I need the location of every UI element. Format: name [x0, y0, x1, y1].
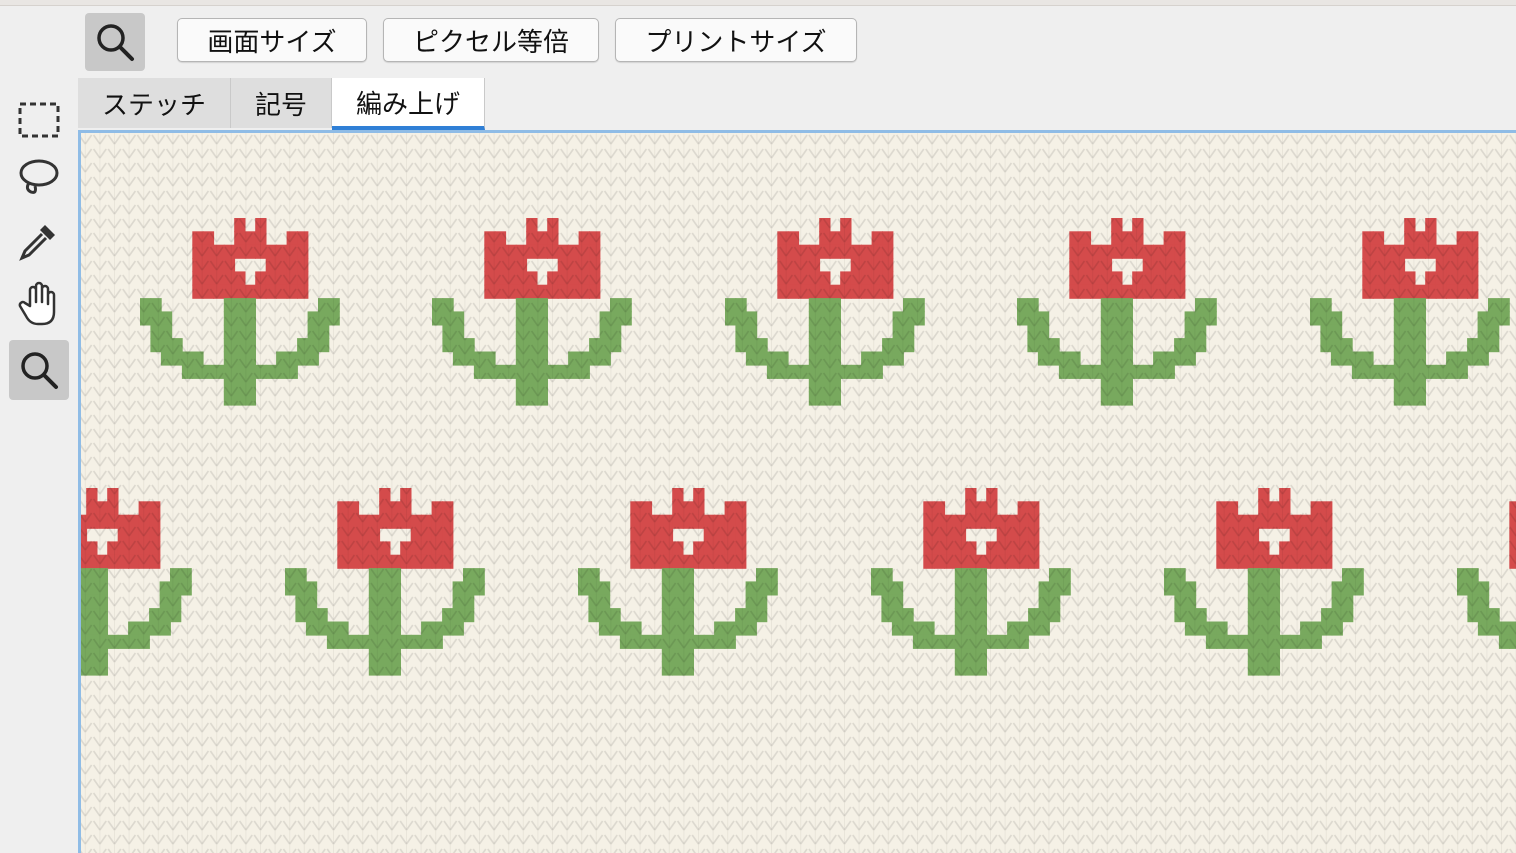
actual-pixels-button[interactable]: ピクセル等倍 [383, 18, 599, 62]
lasso-select-tool[interactable] [9, 148, 69, 208]
magnifier-icon [97, 24, 134, 61]
tab-knitted[interactable]: 編み上げ [332, 78, 486, 130]
tab-stitch[interactable]: ステッチ [78, 78, 232, 128]
print-size-button[interactable]: プリントサイズ [615, 18, 857, 62]
hand-tool[interactable] [9, 274, 69, 334]
view-tabs: ステッチ 記号 編み上げ [78, 78, 486, 130]
stitch-texture [81, 133, 1516, 853]
hand-icon [18, 281, 56, 326]
lasso-select-icon [19, 159, 59, 194]
eyedropper-icon [19, 225, 55, 261]
tab-symbol[interactable]: 記号 [231, 78, 333, 128]
rectangle-select-icon [18, 102, 60, 138]
knit-pattern [81, 133, 1516, 853]
fit-screen-button[interactable]: 画面サイズ [177, 18, 367, 62]
window-top-edge [0, 0, 1516, 6]
zoom-tool[interactable] [9, 340, 69, 400]
knit-preview-canvas[interactable] [78, 130, 1516, 853]
rectangle-select-tool[interactable] [9, 90, 69, 150]
eyedropper-tool[interactable] [9, 211, 69, 271]
zoom-mode-button[interactable] [85, 13, 145, 71]
magnifier-icon [21, 352, 58, 389]
tool-palette [0, 90, 76, 853]
